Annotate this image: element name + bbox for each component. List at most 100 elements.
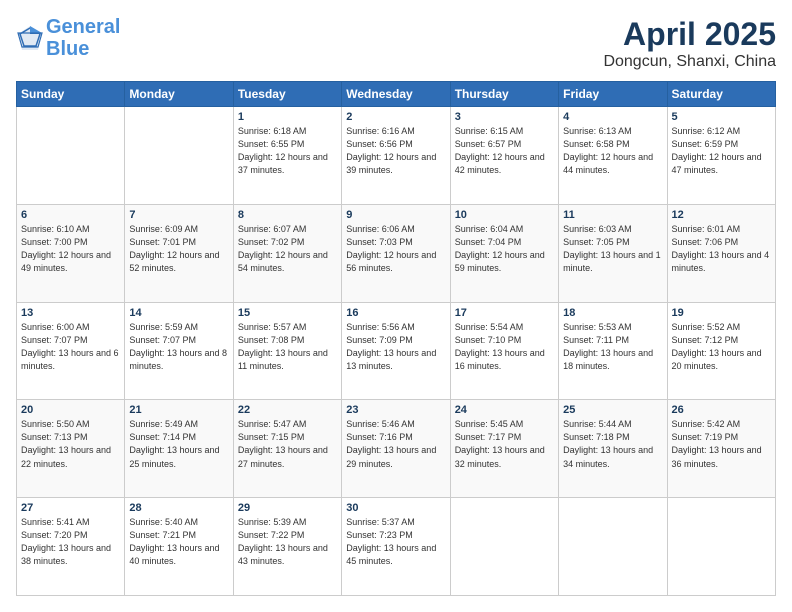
day-info: Sunrise: 5:47 AMSunset: 7:15 PMDaylight:… xyxy=(238,418,337,470)
week-row-1: 1Sunrise: 6:18 AMSunset: 6:55 PMDaylight… xyxy=(17,107,776,205)
day-info: Sunrise: 5:52 AMSunset: 7:12 PMDaylight:… xyxy=(672,321,771,373)
day-info: Sunrise: 6:18 AMSunset: 6:55 PMDaylight:… xyxy=(238,125,337,177)
calendar-cell: 7Sunrise: 6:09 AMSunset: 7:01 PMDaylight… xyxy=(125,204,233,302)
logo: General Blue xyxy=(16,16,120,60)
day-info: Sunrise: 6:00 AMSunset: 7:07 PMDaylight:… xyxy=(21,321,120,373)
main-title: April 2025 xyxy=(603,16,776,53)
day-number: 21 xyxy=(129,404,228,416)
day-number: 3 xyxy=(455,111,554,123)
title-block: April 2025 Dongcun, Shanxi, China xyxy=(603,16,776,71)
calendar-cell xyxy=(17,107,125,205)
day-number: 4 xyxy=(563,111,662,123)
week-row-5: 27 Sunrise: 5:41 AMSunset: 7:20 PMDayligh… xyxy=(17,498,776,596)
day-number: 10 xyxy=(455,209,554,221)
day-number: 24 xyxy=(455,404,554,416)
day-info: Sunrise: 6:03 AMSunset: 7:05 PMDaylight:… xyxy=(563,223,662,275)
day-info: Sunrise: 6:07 AMSunset: 7:02 PMDaylight:… xyxy=(238,223,337,275)
day-info: Sunrise: 5:37 AMSunset: 7:23 PMDaylight:… xyxy=(346,516,445,568)
day-info: Sunrise: 5:50 AMSunset: 7:13 PMDaylight:… xyxy=(21,418,120,470)
day-number: 6 xyxy=(21,209,120,221)
day-info: Sunrise: 6:16 AMSunset: 6:56 PMDaylight:… xyxy=(346,125,445,177)
col-friday: Friday xyxy=(559,82,667,107)
calendar-cell: 8 Sunrise: 6:07 AMSunset: 7:02 PMDaylight… xyxy=(233,204,341,302)
day-info: Sunrise: 5:42 AMSunset: 7:19 PMDaylight:… xyxy=(672,418,771,470)
calendar-cell: 16 Sunrise: 5:56 AMSunset: 7:09 PMDayligh… xyxy=(342,302,450,400)
day-info: Sunrise: 6:01 AMSunset: 7:06 PMDaylight:… xyxy=(672,223,771,275)
subtitle: Dongcun, Shanxi, China xyxy=(603,53,776,71)
calendar-cell: 14 Sunrise: 5:59 AMSunset: 7:07 PMDayligh… xyxy=(125,302,233,400)
calendar-cell: 23 Sunrise: 5:46 AMSunset: 7:16 PMDayligh… xyxy=(342,400,450,498)
logo-text: General Blue xyxy=(46,16,120,60)
day-number: 30 xyxy=(346,502,445,514)
day-number: 12 xyxy=(672,209,771,221)
calendar-cell: 18Sunrise: 5:53 AMSunset: 7:11 PMDayligh… xyxy=(559,302,667,400)
day-info: Sunrise: 5:56 AMSunset: 7:09 PMDaylight:… xyxy=(346,321,445,373)
day-info: Sunrise: 5:41 AMSunset: 7:20 PMDaylight:… xyxy=(21,516,120,568)
day-number: 17 xyxy=(455,307,554,319)
calendar-cell: 26Sunrise: 5:42 AMSunset: 7:19 PMDayligh… xyxy=(667,400,775,498)
calendar-cell: 6 Sunrise: 6:10 AMSunset: 7:00 PMDaylight… xyxy=(17,204,125,302)
calendar-cell: 27 Sunrise: 5:41 AMSunset: 7:20 PMDayligh… xyxy=(17,498,125,596)
day-number: 13 xyxy=(21,307,120,319)
day-number: 16 xyxy=(346,307,445,319)
day-info: Sunrise: 5:46 AMSunset: 7:16 PMDaylight:… xyxy=(346,418,445,470)
day-number: 14 xyxy=(129,307,228,319)
col-monday: Monday xyxy=(125,82,233,107)
day-number: 19 xyxy=(672,307,771,319)
week-row-2: 6 Sunrise: 6:10 AMSunset: 7:00 PMDaylight… xyxy=(17,204,776,302)
day-info: Sunrise: 5:44 AMSunset: 7:18 PMDaylight:… xyxy=(563,418,662,470)
day-number: 5 xyxy=(672,111,771,123)
calendar-cell: 13 Sunrise: 6:00 AMSunset: 7:07 PMDayligh… xyxy=(17,302,125,400)
calendar-cell: 3 Sunrise: 6:15 AMSunset: 6:57 PMDaylight… xyxy=(450,107,558,205)
header-row: Sunday Monday Tuesday Wednesday Thursday… xyxy=(17,82,776,107)
calendar-cell: 28 Sunrise: 5:40 AMSunset: 7:21 PMDayligh… xyxy=(125,498,233,596)
day-info: Sunrise: 6:06 AMSunset: 7:03 PMDaylight:… xyxy=(346,223,445,275)
day-info: Sunrise: 6:10 AMSunset: 7:00 PMDaylight:… xyxy=(21,223,120,275)
day-info: Sunrise: 6:12 AMSunset: 6:59 PMDaylight:… xyxy=(672,125,771,177)
calendar-cell: 22 Sunrise: 5:47 AMSunset: 7:15 PMDayligh… xyxy=(233,400,341,498)
day-number: 29 xyxy=(238,502,337,514)
day-info: Sunrise: 6:13 AMSunset: 6:58 PMDaylight:… xyxy=(563,125,662,177)
day-number: 27 xyxy=(21,502,120,514)
col-tuesday: Tuesday xyxy=(233,82,341,107)
day-info: Sunrise: 5:59 AMSunset: 7:07 PMDaylight:… xyxy=(129,321,228,373)
day-number: 11 xyxy=(563,209,662,221)
day-number: 9 xyxy=(346,209,445,221)
day-info: Sunrise: 6:09 AMSunset: 7:01 PMDaylight:… xyxy=(129,223,228,275)
day-info: Sunrise: 5:54 AMSunset: 7:10 PMDaylight:… xyxy=(455,321,554,373)
calendar-cell: 21Sunrise: 5:49 AMSunset: 7:14 PMDayligh… xyxy=(125,400,233,498)
week-row-4: 20 Sunrise: 5:50 AMSunset: 7:13 PMDayligh… xyxy=(17,400,776,498)
day-info: Sunrise: 5:53 AMSunset: 7:11 PMDaylight:… xyxy=(563,321,662,373)
calendar-cell: 29 Sunrise: 5:39 AMSunset: 7:22 PMDayligh… xyxy=(233,498,341,596)
day-number: 23 xyxy=(346,404,445,416)
day-number: 20 xyxy=(21,404,120,416)
col-saturday: Saturday xyxy=(667,82,775,107)
col-sunday: Sunday xyxy=(17,82,125,107)
day-number: 22 xyxy=(238,404,337,416)
header: General Blue April 2025 Dongcun, Shanxi,… xyxy=(16,16,776,71)
calendar-cell: 12 Sunrise: 6:01 AMSunset: 7:06 PMDayligh… xyxy=(667,204,775,302)
day-number: 8 xyxy=(238,209,337,221)
day-info: Sunrise: 6:15 AMSunset: 6:57 PMDaylight:… xyxy=(455,125,554,177)
col-thursday: Thursday xyxy=(450,82,558,107)
calendar-cell: 10 Sunrise: 6:04 AMSunset: 7:04 PMDayligh… xyxy=(450,204,558,302)
day-number: 2 xyxy=(346,111,445,123)
col-wednesday: Wednesday xyxy=(342,82,450,107)
day-number: 28 xyxy=(129,502,228,514)
day-info: Sunrise: 6:04 AMSunset: 7:04 PMDaylight:… xyxy=(455,223,554,275)
calendar-cell: 24Sunrise: 5:45 AMSunset: 7:17 PMDayligh… xyxy=(450,400,558,498)
calendar-cell xyxy=(125,107,233,205)
calendar-header: Sunday Monday Tuesday Wednesday Thursday… xyxy=(17,82,776,107)
calendar-cell: 2 Sunrise: 6:16 AMSunset: 6:56 PMDaylight… xyxy=(342,107,450,205)
calendar-cell xyxy=(559,498,667,596)
calendar-table: Sunday Monday Tuesday Wednesday Thursday… xyxy=(16,81,776,596)
logo-icon xyxy=(16,24,44,52)
calendar-cell: 15Sunrise: 5:57 AMSunset: 7:08 PMDayligh… xyxy=(233,302,341,400)
calendar-cell: 25 Sunrise: 5:44 AMSunset: 7:18 PMDayligh… xyxy=(559,400,667,498)
day-number: 25 xyxy=(563,404,662,416)
day-info: Sunrise: 5:40 AMSunset: 7:21 PMDaylight:… xyxy=(129,516,228,568)
calendar-cell: 19 Sunrise: 5:52 AMSunset: 7:12 PMDayligh… xyxy=(667,302,775,400)
day-info: Sunrise: 5:39 AMSunset: 7:22 PMDaylight:… xyxy=(238,516,337,568)
day-number: 15 xyxy=(238,307,337,319)
calendar-cell: 9 Sunrise: 6:06 AMSunset: 7:03 PMDaylight… xyxy=(342,204,450,302)
